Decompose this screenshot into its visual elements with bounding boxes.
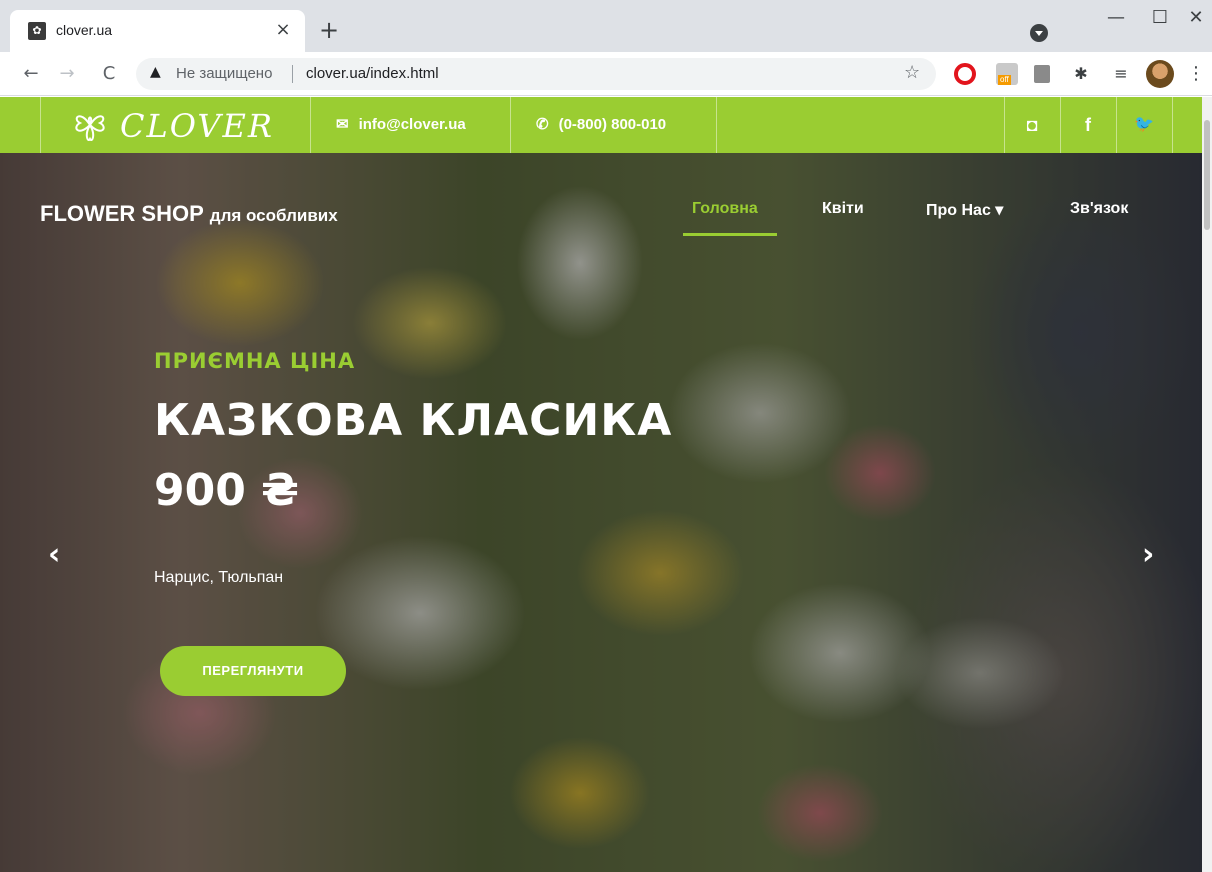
top-contact-bar: CLOVER ✉ info@clover.ua ✆ (0-800) 800-010 … xyxy=(0,97,1202,153)
site-brand[interactable]: FLOWER SHOP для особливих xyxy=(40,201,338,227)
scrollbar-thumb[interactable] xyxy=(1204,120,1210,230)
topbar-divider xyxy=(716,97,717,153)
profile-avatar[interactable] xyxy=(1146,60,1174,88)
reload-button[interactable]: C xyxy=(96,61,122,87)
maximize-button[interactable]: ☐ xyxy=(1140,4,1180,32)
clover-logo-icon[interactable] xyxy=(70,105,110,145)
twitter-icon[interactable]: 🐦 xyxy=(1116,97,1172,153)
logo-text[interactable]: CLOVER xyxy=(120,107,274,145)
tab-strip: ✿ clover.ua × + — ☐ ✕ xyxy=(0,0,1212,52)
warning-icon[interactable]: ▲ xyxy=(150,64,161,80)
off-extension-icon[interactable]: off xyxy=(996,63,1018,85)
new-tab-button[interactable]: + xyxy=(316,17,342,43)
clover-favicon-icon: ✿ xyxy=(28,22,46,40)
email-text[interactable]: info@clover.ua xyxy=(359,116,466,133)
browser-menu-icon[interactable]: ⋮ xyxy=(1186,63,1206,85)
nav-home[interactable]: Головна xyxy=(692,200,758,218)
extensions-puzzle-icon[interactable]: ✱ xyxy=(1070,63,1092,85)
phone-icon: ✆ xyxy=(536,116,549,133)
envelope-icon: ✉ xyxy=(336,116,349,133)
view-button[interactable]: ПЕРЕГЛЯНУТИ xyxy=(160,646,346,696)
media-control-icon[interactable] xyxy=(1030,24,1048,42)
topbar-divider xyxy=(510,97,511,153)
bookmark-star-icon[interactable]: ☆ xyxy=(904,62,920,83)
slide-eyebrow: ПРИЄМНА ЦІНА xyxy=(154,349,356,373)
back-button[interactable]: ← xyxy=(18,61,44,87)
window-close-button[interactable]: ✕ xyxy=(1176,4,1212,32)
close-tab-icon[interactable]: × xyxy=(272,19,294,41)
slide-price: 900 ₴ xyxy=(154,465,299,516)
phone-contact[interactable]: ✆ (0-800) 800-010 xyxy=(536,115,666,133)
brand-name[interactable]: FLOWER SHOP xyxy=(40,201,204,226)
slide-title: КАЗКОВА КЛАСИКА xyxy=(154,395,673,446)
omnibox-divider xyxy=(292,65,293,83)
nav-contact[interactable]: Зв'язок xyxy=(1070,200,1128,218)
minimize-button[interactable]: — xyxy=(1096,4,1136,32)
address-bar[interactable]: ▲ Не защищено clover.ua/index.html ☆ xyxy=(136,58,936,90)
security-label[interactable]: Не защищено xyxy=(176,65,272,82)
nav-flowers[interactable]: Квіти xyxy=(822,200,864,218)
instagram-icon[interactable]: ◘ xyxy=(1004,97,1060,153)
forward-button[interactable]: → xyxy=(54,61,80,87)
web-page: CLOVER ✉ info@clover.ua ✆ (0-800) 800-010 … xyxy=(0,97,1202,872)
prev-slide-icon[interactable]: ‹ xyxy=(48,537,60,572)
url-text[interactable]: clover.ua/index.html xyxy=(306,65,439,82)
topbar-divider xyxy=(40,97,41,153)
topbar-divider xyxy=(1172,97,1173,153)
brand-tagline: для особливих xyxy=(209,206,338,225)
active-nav-underline xyxy=(683,233,777,236)
phone-text[interactable]: (0-800) 800-010 xyxy=(559,116,667,133)
reading-list-icon[interactable]: ≡ xyxy=(1110,63,1132,85)
opera-extension-icon[interactable] xyxy=(954,63,976,85)
off-badge: off xyxy=(998,75,1011,85)
browser-toolbar: ← → C ▲ Не защищено clover.ua/index.html… xyxy=(0,52,1212,96)
facebook-icon[interactable]: f xyxy=(1060,97,1116,153)
tab-title: clover.ua xyxy=(56,22,113,38)
email-contact[interactable]: ✉ info@clover.ua xyxy=(336,115,466,133)
tab-clover[interactable]: ✿ clover.ua × xyxy=(10,10,305,52)
nav-about-dropdown[interactable]: Про Нас ▾ xyxy=(926,200,1003,220)
copy-extension-icon[interactable] xyxy=(1034,65,1050,83)
browser-window: ✿ clover.ua × + — ☐ ✕ ← → C ▲ Не защищен… xyxy=(0,0,1212,872)
next-slide-icon[interactable]: › xyxy=(1142,537,1154,572)
slide-description: Нарцис, Тюльпан xyxy=(154,569,284,586)
topbar-divider xyxy=(310,97,311,153)
